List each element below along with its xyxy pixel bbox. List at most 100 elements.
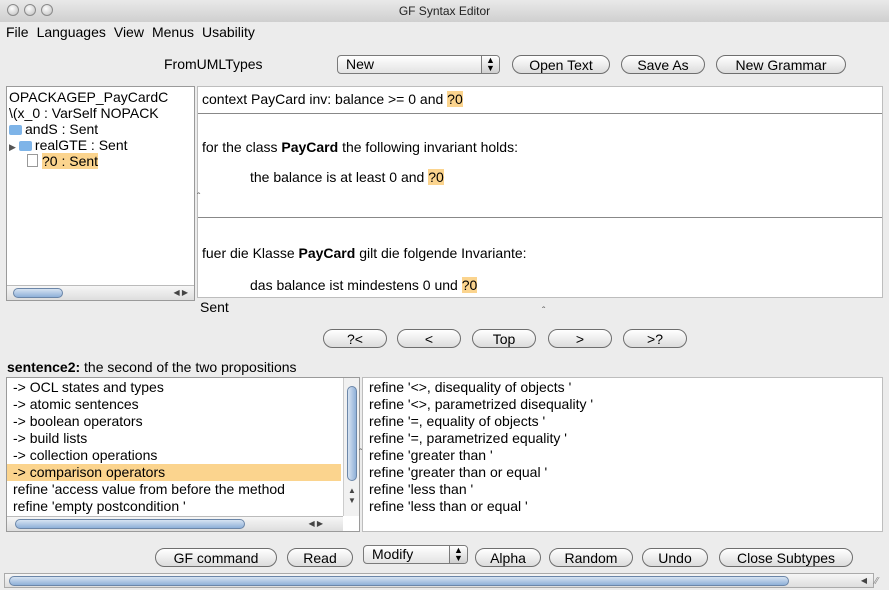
list-item[interactable]: refine 'less than ' (363, 481, 593, 498)
alpha-button[interactable]: Alpha (475, 548, 541, 567)
command-hscroll-thumb[interactable] (15, 519, 245, 529)
list-item-selected[interactable]: -> comparison operators (7, 464, 341, 481)
menu-usability[interactable]: Usability (202, 22, 255, 42)
open-text-button[interactable]: Open Text (512, 55, 610, 74)
list-item[interactable]: refine 'greater than or equal ' (363, 464, 593, 481)
list-item[interactable]: -> collection operations (7, 447, 341, 464)
list-item[interactable]: -> boolean operators (7, 413, 341, 430)
command-hscrollbar[interactable]: ◀ ▶ (7, 516, 343, 531)
splitter-handle-icon[interactable]: ˆ (542, 306, 545, 317)
scroll-arrows-icon[interactable]: ◀ (861, 576, 867, 585)
german-line-2[interactable]: das balance ist mindestens 0 und ?0 (250, 277, 478, 293)
document-icon (27, 154, 38, 167)
list-item[interactable]: -> OCL states and types (7, 379, 341, 396)
refine-list[interactable]: refine '<>, disequality of objects ' ref… (363, 379, 593, 515)
list-item[interactable]: refine '=, equality of objects ' (363, 413, 593, 430)
modify-select-value: Modify (372, 546, 414, 562)
list-item[interactable]: -> build lists (7, 430, 341, 447)
list-item[interactable]: refine 'empty postcondition ' (7, 498, 341, 515)
ocl-text: context PayCard inv: balance >= 0 and (202, 91, 444, 107)
english-line-2[interactable]: the balance is at least 0 and ?0 (250, 169, 444, 185)
mode-select[interactable]: New ▲ ▼ (337, 55, 500, 74)
list-item[interactable]: refine '=, parametrized equality ' (363, 430, 593, 447)
command-vscroll-thumb[interactable] (347, 386, 357, 481)
tree-node-and-label: andS : Sent (25, 121, 99, 137)
en-class: PayCard (281, 139, 339, 155)
de-suffix: gilt die folgende Invariante: (359, 245, 527, 261)
menu-menus[interactable]: Menus (152, 22, 194, 42)
disclosure-triangle-icon[interactable]: ▶ (9, 142, 16, 152)
divider (198, 113, 882, 114)
tree-lambda-line[interactable]: \(x_0 : VarSelf NOPACK (9, 105, 159, 121)
select-arrows-icon: ▲ ▼ (449, 546, 467, 563)
status-text: the second of the two propositions (84, 359, 297, 375)
menu-languages[interactable]: Languages (37, 22, 106, 42)
status-label: sentence2: (7, 359, 81, 375)
list-item[interactable]: -> atomic sentences (7, 396, 341, 413)
ocl-linearization[interactable]: context PayCard inv: balance >= 0 and ?0 (202, 91, 463, 107)
list-item[interactable]: refine 'greater than ' (363, 447, 593, 464)
en-line2-text: the balance is at least 0 and (250, 169, 425, 185)
prev-meta-button[interactable]: ?< (323, 329, 387, 348)
command-menu-pane[interactable]: -> OCL states and types -> atomic senten… (6, 377, 360, 532)
save-as-button[interactable]: Save As (621, 55, 705, 74)
command-menu-list[interactable]: -> OCL states and types -> atomic senten… (7, 379, 341, 515)
refine-pane[interactable]: refine '<>, disequality of objects ' ref… (362, 377, 883, 532)
next-meta-button[interactable]: >? (623, 329, 687, 348)
german-line-1[interactable]: fuer die Klasse PayCard gilt die folgend… (202, 245, 527, 261)
title-bar: GF Syntax Editor (0, 0, 889, 23)
scroll-arrows-icon[interactable]: ◀ ▶ (308, 519, 323, 528)
list-item[interactable]: refine '<>, disequality of objects ' (363, 379, 593, 396)
list-item[interactable]: refine 'access value from before the met… (7, 481, 341, 498)
read-button[interactable]: Read (287, 548, 353, 567)
mode-select-value: New (346, 56, 375, 72)
scroll-arrows-icon[interactable]: ◀ ▶ (173, 288, 188, 297)
modify-select[interactable]: Modify ▲ ▼ (363, 545, 468, 564)
english-line-1[interactable]: for the class PayCard the following inva… (202, 139, 518, 155)
tree-node-meta[interactable]: ?0 : Sent (27, 153, 99, 169)
window-title: GF Syntax Editor (398, 4, 491, 18)
grammar-label: FromUMLTypes (164, 56, 263, 72)
top-button[interactable]: Top (472, 329, 536, 348)
vscroll-arrows-icon[interactable]: ▲ ▼ (348, 486, 356, 506)
tree-node-meta-label: ?0 : Sent (42, 153, 99, 169)
select-arrows-icon: ▲ ▼ (481, 56, 499, 73)
status-line: sentence2: the second of the two proposi… (7, 359, 297, 375)
window-hscrollbar[interactable]: ◀ (4, 573, 874, 588)
list-item[interactable]: refine '<>, parametrized disequality ' (363, 396, 593, 413)
menu-file[interactable]: File (6, 22, 29, 42)
tree-root-line[interactable]: OPACKAGEP_PayCardC (9, 89, 168, 105)
en-suffix: the following invariant holds: (342, 139, 518, 155)
next-button[interactable]: > (548, 329, 612, 348)
folder-open-icon (9, 125, 22, 135)
tree-hscrollbar[interactable]: ◀ ▶ (7, 285, 194, 300)
gf-command-button[interactable]: GF command (155, 548, 277, 567)
command-vscrollbar[interactable]: ▲ ▼ (343, 378, 359, 516)
de-meta[interactable]: ?0 (461, 277, 478, 293)
menu-view[interactable]: View (114, 22, 144, 42)
resize-grip-icon[interactable]: ⁄⁄ (875, 576, 878, 587)
ocl-meta[interactable]: ?0 (447, 91, 463, 107)
random-button[interactable]: Random (549, 548, 633, 567)
en-meta[interactable]: ?0 (428, 169, 444, 185)
divider (198, 217, 882, 218)
de-class: PayCard (298, 245, 356, 261)
tree-pane[interactable]: OPACKAGEP_PayCardC \(x_0 : VarSelf NOPAC… (6, 86, 195, 301)
undo-button[interactable]: Undo (642, 548, 708, 567)
new-grammar-button[interactable]: New Grammar (716, 55, 846, 74)
splitter-handle-icon[interactable]: ˆ (197, 192, 200, 203)
tree-hscroll-thumb[interactable] (13, 288, 63, 298)
tree-node-and[interactable]: andS : Sent (9, 121, 98, 137)
prev-button[interactable]: < (397, 329, 461, 348)
folder-icon (18, 141, 32, 151)
category-label: Sent (200, 299, 229, 315)
window-hscroll-thumb[interactable] (9, 576, 789, 586)
close-subtypes-button[interactable]: Close Subtypes (719, 548, 853, 567)
tree-node-real-label: realGTE : Sent (34, 137, 128, 153)
de-prefix: fuer die Klasse (202, 245, 295, 261)
de-line2-text: das balance ist mindestens 0 und (250, 277, 458, 293)
en-prefix: for the class (202, 139, 278, 155)
linearization-pane[interactable]: context PayCard inv: balance >= 0 and ?0… (197, 86, 883, 298)
list-item[interactable]: refine 'less than or equal ' (363, 498, 593, 515)
menu-bar: File Languages View Menus Usability (0, 22, 889, 42)
